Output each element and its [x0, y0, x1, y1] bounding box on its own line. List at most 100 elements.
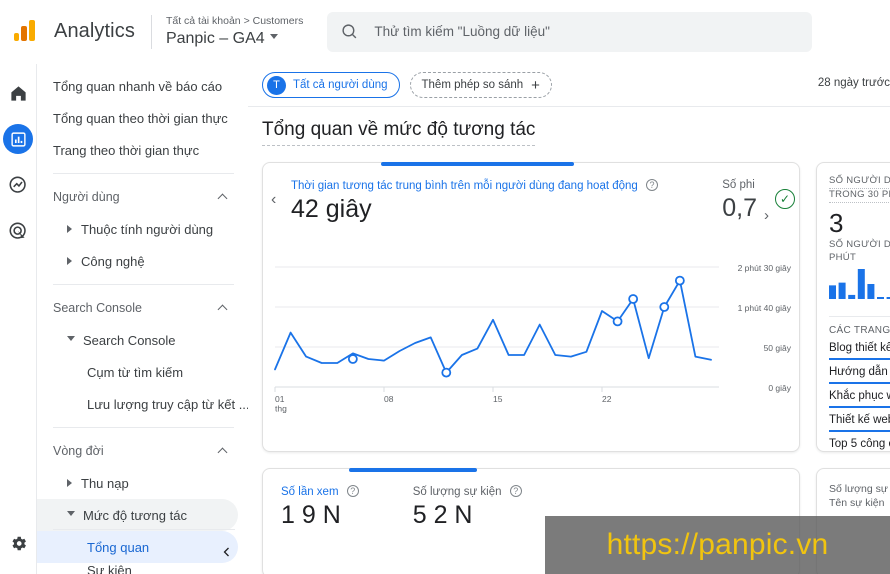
- icon-rail: [0, 64, 36, 574]
- views-value: 1 9 N: [281, 501, 341, 529]
- sidebar-item-label: Mức độ tương tác: [83, 507, 187, 523]
- rail-item-home[interactable]: [3, 78, 33, 108]
- collapse-sidebar-button[interactable]: [37, 530, 248, 574]
- audience-chip-label: Tất cả người dùng: [293, 79, 388, 91]
- sidebar-item-acquisition[interactable]: Thu nạp: [37, 467, 238, 499]
- sidebar-item-reports-snapshot[interactable]: Tổng quan nhanh về báo cáo: [37, 70, 238, 102]
- sidebar-item-queries[interactable]: Cụm từ tìm kiếm: [37, 356, 238, 388]
- sidebar-item-label: Thuộc tính người dùng: [81, 221, 214, 237]
- list-item[interactable]: Blog thiết kế: [829, 336, 890, 360]
- prev-metric-button[interactable]: ‹: [271, 191, 276, 209]
- sidebar-item-label: Công nghệ: [81, 253, 145, 269]
- page-title-wrap: Tổng quan về mức độ tương tác: [248, 107, 890, 146]
- list-item[interactable]: Khắc phục we: [829, 384, 890, 408]
- svg-text:2 phút 30 giây: 2 phút 30 giây: [738, 263, 792, 273]
- sidebar-item-label: Trang theo thời gian thực: [53, 142, 200, 158]
- sidebar-item-label: Tổng quan theo thời gian thực: [53, 110, 228, 126]
- status-badge: ✓: [775, 189, 795, 209]
- property-name: Panpic – GA4: [166, 28, 303, 50]
- rail-item-advertising[interactable]: [3, 216, 33, 246]
- search-icon: [342, 24, 357, 39]
- events-metric: Số lượng sự kiện ? 5 2 N: [413, 485, 522, 530]
- views-label-wrap: Số lần xem ?: [281, 485, 359, 498]
- secondary-metric-value: 0,7: [722, 194, 757, 222]
- metric-header: ‹ Thời gian tương tác trung bình trên mỗ…: [263, 163, 799, 224]
- divider: [829, 316, 890, 317]
- page-title: Tổng quan về mức độ tương tác: [262, 119, 536, 146]
- sidebar-item-search-console[interactable]: Search Console: [37, 324, 238, 356]
- line-chart: 2 phút 30 giây 1 phút 40 giây 50 giây 0 giâ…: [263, 235, 801, 453]
- date-range-selector[interactable]: 28 ngày trước: [818, 77, 890, 89]
- help-icon[interactable]: ?: [646, 179, 659, 191]
- events-label: Số lượng sự kiện: [412, 486, 502, 498]
- sidebar-item-label: Cụm từ tìm kiếm: [87, 364, 184, 380]
- list-item[interactable]: Thiết kế web: [829, 408, 890, 432]
- rail-item-reports[interactable]: [3, 124, 33, 154]
- list-item[interactable]: Top 5 công cu: [829, 432, 890, 453]
- sidebar-item-engagement[interactable]: Mức độ tương tác: [37, 499, 238, 531]
- account-selector[interactable]: Tất cả tài khoản > Customers Panpic – GA…: [166, 14, 303, 50]
- divider: [53, 427, 234, 428]
- sidebar-item-realtime-overview[interactable]: Tổng quan theo thời gian thực: [37, 102, 238, 134]
- google-analytics-logo: [12, 17, 42, 47]
- chevron-up-icon: [217, 447, 228, 458]
- realtime-sub-line2: PHÚT: [829, 252, 857, 263]
- home-icon: [10, 85, 26, 101]
- chevron-left-icon: [223, 547, 229, 557]
- sidebar-item-organic-traffic[interactable]: Lưu lượng truy cập từ kết ...: [37, 388, 248, 420]
- sidebar-group-label: Vòng đời: [53, 444, 104, 458]
- chevron-up-icon: [217, 304, 228, 315]
- sidebar-item-technology[interactable]: Công nghệ: [37, 245, 238, 277]
- top-bar: Analytics Tất cả tài khoản > Customers P…: [0, 0, 890, 64]
- svg-text:1 phút 40 giây: 1 phút 40 giây: [738, 303, 792, 313]
- triangle-down-icon: [67, 510, 75, 520]
- event-count-label: Số lượng sự: [829, 483, 888, 495]
- add-comparison-chip[interactable]: Thêm phép so sánh +: [409, 72, 552, 98]
- search-input[interactable]: Thử tìm kiếm "Luồng dữ liệu": [327, 11, 813, 52]
- sparkline-bar-chart: [829, 269, 890, 299]
- secondary-metric-label: Số phi: [722, 179, 755, 191]
- list-item[interactable]: Hướng dẫn ca: [829, 360, 890, 384]
- audience-chip[interactable]: T Tất cả người dùng: [262, 72, 400, 98]
- metric-label-wrap: Thời gian tương tác trung bình trên mỗi …: [291, 179, 659, 192]
- chevron-up-icon: [217, 193, 228, 204]
- brand-title: Analytics: [54, 20, 135, 42]
- plus-icon: +: [531, 76, 540, 94]
- bar-chart-icon: [10, 131, 26, 147]
- sidebar-group-search-console[interactable]: Search Console: [37, 292, 238, 324]
- triangle-down-icon: [67, 335, 75, 345]
- settings-button[interactable]: [3, 528, 33, 558]
- search-placeholder: Thử tìm kiếm "Luồng dữ liệu": [374, 24, 550, 39]
- metric-value: 42 giây: [291, 195, 372, 223]
- views-metric: Số lần xem ? 1 9 N: [281, 485, 359, 530]
- watermark-overlay: https://panpic.vn: [545, 516, 890, 574]
- events-label-wrap: Số lượng sự kiện ?: [413, 485, 522, 498]
- help-icon[interactable]: ?: [509, 485, 522, 497]
- chevron-down-icon[interactable]: [269, 33, 278, 39]
- sidebar-footer: [37, 529, 248, 574]
- sidebar-group-users[interactable]: Người dùng: [37, 181, 238, 213]
- event-name-label: Tên sự kiện: [829, 497, 885, 509]
- views-label: Số lần xem: [281, 486, 339, 498]
- svg-text:01: 01: [275, 394, 285, 404]
- sidebar-item-label: Lưu lượng truy cập từ kết ...: [87, 396, 248, 412]
- engagement-time-card: ‹ Thời gian tương tác trung bình trên mỗ…: [262, 162, 800, 452]
- svg-text:08: 08: [384, 394, 394, 404]
- filter-chip-row: T Tất cả người dùng Thêm phép so sánh + …: [248, 64, 890, 106]
- line-chart-svg: 2 phút 30 giây 1 phút 40 giây 50 giây 0 giâ…: [274, 263, 792, 414]
- events-value: 5 2 N: [412, 501, 473, 529]
- card-accent-bar: [348, 468, 478, 472]
- next-metric-button[interactable]: ›: [764, 207, 769, 224]
- gear-icon: [11, 536, 26, 550]
- rail-item-explore[interactable]: [3, 170, 33, 200]
- svg-text:15: 15: [493, 394, 503, 404]
- metric-label: Thời gian tương tác trung bình trên mỗi …: [291, 180, 638, 192]
- triangle-right-icon: [67, 257, 72, 265]
- secondary-metric: Số phi 0,7: [722, 179, 757, 223]
- sidebar-item-label: Thu nạp: [81, 475, 129, 491]
- sidebar-item-realtime-pages[interactable]: Trang theo thời gian thực: [37, 134, 238, 166]
- help-icon[interactable]: ?: [346, 485, 359, 497]
- sidebar-item-label: Search Console: [83, 332, 176, 348]
- sidebar-item-user-attributes[interactable]: Thuộc tính người dùng: [37, 213, 238, 245]
- sidebar-group-lifecycle[interactable]: Vòng đời: [37, 435, 238, 467]
